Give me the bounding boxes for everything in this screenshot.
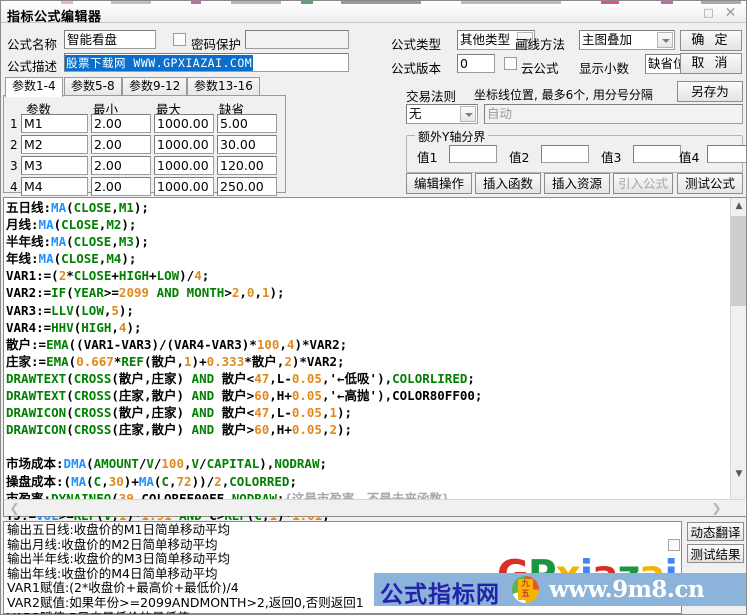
output-checkbox[interactable] [668, 539, 680, 551]
bottom-color-strip [1, 611, 746, 614]
y-value-1-input[interactable] [449, 145, 497, 163]
insert-resource-button[interactable]: 插入资源 [544, 173, 610, 194]
param-min-input[interactable]: 2.00 [91, 135, 151, 154]
formula-desc-value: 股票下载网 WWW.GPXIAZAI.COM [65, 55, 254, 71]
param-max-input[interactable]: 1000.00 [154, 177, 214, 196]
indicator-formula-editor-window: 指标公式编辑器 □ ✕ 公式名称 智能看盘 密码保护 公式类型 其他类型 画线方… [0, 0, 747, 615]
formula-name-label: 公式名称 [7, 37, 58, 52]
extra-y-axis-group-label: 额外Y轴分界 [415, 128, 489, 145]
scroll-left-icon[interactable]: ❮ [6, 500, 23, 516]
decimals-label: 显示小数 [579, 61, 630, 76]
cloud-formula-checkbox[interactable] [504, 57, 517, 70]
dynamic-translate-button[interactable]: 动态翻译 [687, 522, 744, 541]
chevron-down-icon[interactable] [460, 106, 476, 122]
trade-rule-label: 交易法则 [406, 89, 457, 104]
param-max-input[interactable]: 1000.00 [154, 114, 214, 133]
formula-type-label: 公式类型 [391, 37, 442, 52]
coord-line-input[interactable]: 自动 [484, 104, 743, 124]
formula-type-value: 其他类型 [460, 32, 511, 47]
y-value-3-label: 值3 [601, 150, 622, 165]
code-editor-panel[interactable]: 五日线:MA(CLOSE,M1); 月线:MA(CLOSE,M2); 半年线:MA(… [3, 197, 746, 540]
param-max-input[interactable]: 1000.00 [154, 156, 214, 175]
draw-method-value: 主图叠加 [582, 32, 633, 47]
param-min-input[interactable]: 2.00 [91, 177, 151, 196]
cancel-button[interactable]: 取 消 [680, 53, 742, 74]
ok-button[interactable]: 确 定 [680, 30, 742, 51]
param-row-number: 3 [10, 159, 18, 173]
translation-line: 输出年线:收盘价的M4日简单移动平均 [7, 565, 218, 581]
maximize-icon[interactable]: □ [701, 7, 716, 20]
translation-line: 输出月线:收盘价的M2日简单移动平均 [7, 536, 218, 552]
translation-output-text: 输出五日线:收盘价的M1日简单移动平均 输出月线:收盘价的M2日简单移动平均 输出半… [7, 522, 364, 614]
watermark-banner-url: www.9m8.cn [549, 576, 705, 603]
y-value-4-label: 值4 [679, 150, 700, 165]
vertical-scroll-thumb[interactable] [731, 216, 746, 306]
param-name-input[interactable]: M4 [21, 177, 88, 196]
insert-function-button[interactable]: 插入函数 [475, 173, 541, 194]
param-default-input[interactable]: 250.00 [217, 177, 277, 196]
tab-params-9-12[interactable]: 参数9-12 [122, 77, 188, 95]
import-formula-button: 引入公式 [613, 173, 673, 194]
password-input[interactable] [245, 30, 349, 49]
translation-line: 输出五日线:收盘价的M1日简单移动平均 [7, 522, 230, 537]
extra-y-axis-group: 额外Y轴分界 值1 值2 值3 值4 [406, 128, 746, 173]
coord-line-label: 坐标线位置, 最多6个, 用分号分隔 [474, 88, 653, 102]
parameter-panel: 参数 最小 最大 缺省 1 M1 2.00 1000.00 5.00 2 M2 … [3, 95, 286, 196]
seal-icon: 九五 [512, 576, 539, 603]
scroll-down-icon[interactable]: ▼ [731, 466, 746, 482]
draw-method-select[interactable]: 主图叠加 [579, 30, 675, 50]
formula-version-input[interactable]: 0 [457, 54, 495, 73]
param-name-input[interactable]: M2 [21, 135, 88, 154]
trade-rule-select[interactable]: 无 [406, 104, 478, 124]
formula-version-label: 公式版本 [391, 61, 442, 76]
draw-method-label: 画线方法 [515, 37, 566, 52]
save-as-button[interactable]: 另存为 [677, 81, 743, 102]
formula-desc-label: 公式描述 [7, 59, 58, 74]
edit-operation-button[interactable]: 编辑操作 [406, 173, 472, 194]
code-editor-text[interactable]: 五日线:MA(CLOSE,M1); 月线:MA(CLOSE,M2); 半年线:MA(… [6, 199, 706, 541]
editor-horizontal-scrollbar[interactable]: ❮ ❯ [4, 499, 745, 516]
test-result-button[interactable]: 测试结果 [687, 544, 744, 563]
y-value-1-label: 值1 [417, 150, 438, 165]
close-icon[interactable]: ✕ [723, 6, 738, 20]
translation-line: VAR2赋值:如果年份>=2099ANDMONTH>2,返回0,否则返回1 [7, 594, 364, 610]
tab-params-1-4[interactable]: 参数1-4 [5, 77, 63, 97]
y-value-3-input[interactable] [633, 145, 681, 163]
tab-params-13-16[interactable]: 参数13-16 [187, 77, 260, 95]
title-bar: 指标公式编辑器 □ ✕ [1, 4, 746, 25]
trade-rule-value: 无 [409, 106, 422, 121]
chevron-down-icon[interactable] [657, 32, 673, 48]
param-name-input[interactable]: M1 [21, 114, 88, 133]
password-protect-checkbox[interactable] [173, 33, 186, 46]
translation-line: 输出半年线:收盘价的M3日简单移动平均 [7, 551, 230, 567]
y-value-2-label: 值2 [509, 150, 530, 165]
watermark-banner-cn: 公式指标网 [380, 582, 500, 608]
translation-line: VAR1赋值:(2*收盘价+最高价+最低价)/4 [7, 580, 239, 596]
scroll-up-icon[interactable]: ▲ [731, 198, 746, 214]
param-row-number: 1 [10, 117, 18, 131]
window-title: 指标公式编辑器 [7, 10, 102, 25]
formula-name-input[interactable]: 智能看盘 [64, 30, 156, 49]
password-protect-label: 密码保护 [191, 37, 242, 52]
param-min-input[interactable]: 2.00 [91, 156, 151, 175]
param-max-input[interactable]: 1000.00 [154, 135, 214, 154]
formula-desc-input[interactable]: 股票下载网 WWW.GPXIAZAI.COM [64, 53, 349, 72]
param-default-input[interactable]: 5.00 [217, 114, 277, 133]
editor-vertical-scrollbar[interactable]: ▲ ▼ [730, 198, 746, 500]
param-row-number: 2 [10, 138, 18, 152]
param-row-number: 4 [10, 180, 18, 194]
param-default-input[interactable]: 30.00 [217, 135, 277, 154]
param-min-input[interactable]: 2.00 [91, 114, 151, 133]
cloud-formula-label: 云公式 [521, 61, 559, 76]
y-value-2-input[interactable] [541, 145, 589, 163]
param-default-input[interactable]: 120.00 [217, 156, 277, 175]
param-name-input[interactable]: M3 [21, 156, 88, 175]
scroll-right-icon[interactable]: ❯ [708, 500, 725, 516]
tab-params-5-8[interactable]: 参数5-8 [64, 77, 122, 95]
site-watermark-banner: 公式指标网 九五 www.9m8.cn [374, 573, 746, 608]
test-formula-button[interactable]: 测试公式 [677, 173, 743, 194]
y-value-4-input[interactable] [707, 145, 746, 163]
